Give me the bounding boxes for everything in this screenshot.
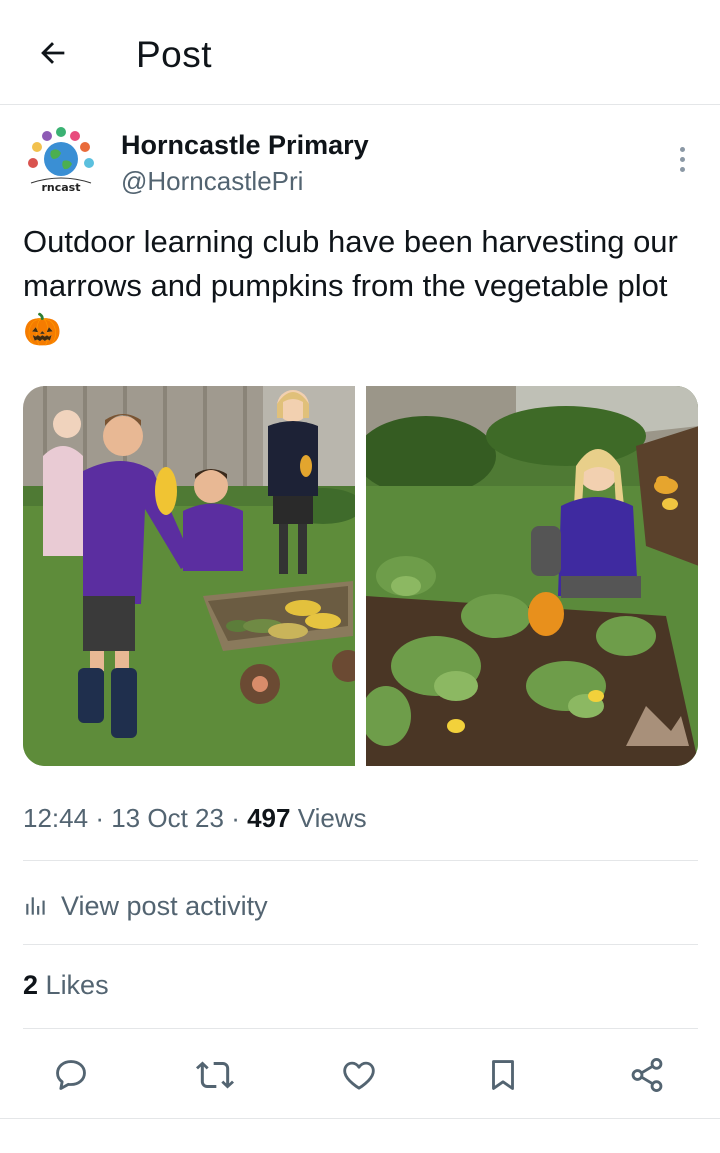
bookmark-button[interactable] (480, 1052, 526, 1098)
photo-children-wheelbarrow[interactable] (23, 386, 356, 766)
school-logo-image: rncast (28, 127, 94, 194)
arrow-left-icon (41, 42, 65, 64)
likes-summary[interactable]: 2 Likes (23, 970, 109, 1001)
share-icon (631, 1058, 663, 1092)
post-date: 13 Oct 23 (111, 803, 224, 833)
retweet-icon (196, 1061, 234, 1089)
views-label: Views (297, 803, 367, 833)
top-bar: Post (0, 0, 720, 105)
likes-count: 2 (23, 970, 39, 1000)
divider (23, 944, 698, 945)
back-button[interactable] (30, 30, 76, 76)
repost-button[interactable] (192, 1052, 238, 1098)
page-title: Post (136, 34, 213, 75)
divider (23, 860, 698, 861)
post-meta: 12:44 · 13 Oct 23 · 497 Views (23, 803, 367, 834)
divider (23, 1028, 698, 1029)
divider (0, 1118, 720, 1119)
meta-separator: · (231, 803, 240, 833)
like-icon (343, 1061, 375, 1090)
author-name[interactable]: Horncastle Primary (121, 130, 369, 161)
bookmark-icon (492, 1060, 514, 1090)
more-dots-icon (679, 146, 685, 152)
like-button[interactable] (336, 1052, 382, 1098)
post-time: 12:44 (23, 803, 89, 833)
meta-separator: · (95, 803, 104, 833)
avatar-caption: rncast (41, 181, 80, 194)
avatar[interactable]: rncast (23, 127, 99, 203)
share-button[interactable] (624, 1052, 670, 1098)
post-media (23, 386, 698, 766)
reply-button[interactable] (48, 1052, 94, 1098)
more-dot (679, 156, 685, 162)
likes-label: Likes (45, 970, 109, 1000)
photo-girl-pumpkin-patch[interactable] (365, 386, 698, 766)
view-post-activity-label: View post activity (61, 890, 268, 921)
author-handle[interactable]: @HorncastlePri (121, 166, 303, 197)
action-bar (0, 1040, 720, 1110)
view-post-activity-link[interactable]: View post activity (23, 886, 268, 926)
more-options-button[interactable] (668, 142, 696, 176)
more-dot (679, 166, 685, 172)
views-count: 497 (247, 803, 291, 833)
reply-icon (56, 1060, 86, 1090)
bar-chart-icon (26, 897, 45, 915)
post-text: Outdoor learning club have been harvesti… (23, 224, 678, 347)
